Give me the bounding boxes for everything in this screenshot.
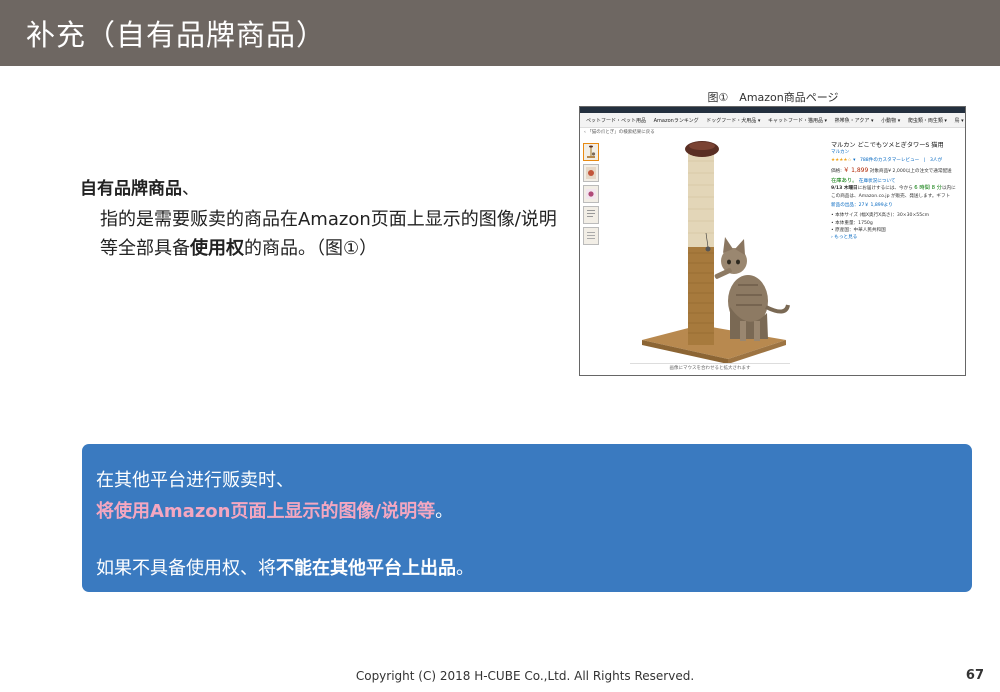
price-row: 価格: ￥ 1,899 対象商品¥ 2,000以上の注文で通常配送 — [831, 167, 965, 175]
stock-row: 在庫あり。 在庫状況について — [831, 178, 965, 185]
nav-item[interactable]: ドッグフード・犬用品 ▾ — [706, 117, 760, 124]
product-title: マルカン どこでもツメとぎタワーS 猫用 — [831, 142, 944, 149]
nav-item[interactable]: 鳥 ▾ — [955, 117, 964, 124]
rating-row: ★★★★☆ ▾ 788件のカスタマーレビュー | 3人が — [831, 157, 965, 164]
page-number: 67 — [965, 668, 984, 683]
stock-status: 在庫あり。 — [831, 178, 858, 185]
amazon-screenshot: ペットフード・ペット用品 Amazonランキング ドッグフード・犬用品 ▾ キャ… — [579, 106, 966, 376]
page-title: 补充（自有品牌商品） — [26, 18, 327, 52]
brand-link[interactable]: マルカン — [831, 149, 965, 156]
amazon-category-nav: ペットフード・ペット用品 Amazonランキング ドッグフード・犬用品 ▾ キャ… — [580, 113, 965, 128]
thumbnail-image[interactable] — [583, 185, 599, 203]
note-box: 在其他平台进行贩卖时、 将使用Amazon页面上显示的图像/说明等。 如果不具备… — [82, 444, 972, 592]
nav-item[interactable]: Amazonランキング — [654, 117, 699, 124]
nav-item[interactable]: ペットフード・ペット用品 — [586, 117, 646, 124]
figure-caption: 图① Amazon商品ページ — [707, 91, 839, 104]
cat-tower-product-image[interactable] — [630, 135, 790, 363]
nav-item[interactable]: キャットフード・猫用品 ▾ — [768, 117, 827, 124]
note-line-2-emphasis: 将使用Amazon页面上显示的图像/说明等 — [96, 501, 436, 522]
thumbnail-image[interactable] — [583, 143, 599, 161]
delivery-mid: にお届けするには、今から — [857, 186, 913, 192]
intro-heading: 自有品牌商品、 — [80, 174, 570, 199]
intro-body-post: 的商品。（图①） — [244, 238, 378, 259]
thumbnail-strip — [583, 143, 599, 248]
delivery-row: 9/13 木曜日にお届けするには、今から 6 時間 8 分以内に — [831, 185, 965, 192]
bullet-item: • 本体サイズ (幅X奥行X高さ)：30×30×55cm — [831, 213, 930, 219]
note-line-3-pre: 如果不具备使用权、将 — [96, 558, 276, 579]
see-more-link[interactable]: › もっと見る — [831, 234, 965, 241]
nav-item[interactable]: 小動物 ▾ — [881, 117, 900, 124]
intro-section: 自有品牌商品、 指的是需要贩卖的商品在Amazon页面上显示的图像/说明等全部具… — [80, 174, 570, 263]
intro-body: 指的是需要贩卖的商品在Amazon页面上显示的图像/说明等全部具备使用权的商品。… — [80, 205, 570, 263]
note-line-2-tail: 。 — [435, 501, 454, 522]
copyright-text: Copyright (C) 2018 H-CUBE Co.,Ltd. All R… — [355, 669, 695, 683]
note-line-3-bold: 不能在其他平台上出品 — [276, 558, 456, 579]
note-line-2: 将使用Amazon页面上显示的图像/说明等。 — [96, 497, 453, 523]
bullet-item: • 原産国：中華人民共和国 — [831, 227, 886, 233]
nav-item[interactable]: 熱帯魚・アクア ▾ — [835, 117, 874, 124]
note-line-1: 在其他平台进行贩卖时、 — [96, 470, 294, 491]
delivery-date: 9/13 木曜日 — [831, 186, 858, 192]
price-value: ￥ 1,899 — [843, 166, 869, 174]
delivery-post: 以内に — [941, 186, 956, 192]
header-bar: 补充（自有品牌商品） — [0, 0, 1000, 66]
product-info-panel: マルカン どこでもツメとぎタワーS 猫用 マルカン ★★★★☆ ▾ 788件のカ… — [831, 142, 965, 242]
nav-item[interactable]: 爬虫類・両生類 ▾ — [908, 117, 947, 124]
intro-body-bold: 使用权 — [190, 238, 244, 259]
image-zoom-note: 画像にマウスを合わせると拡大されます — [630, 363, 790, 371]
rating-stars[interactable]: ★★★★☆ — [831, 158, 852, 163]
note-line-3: 如果不具备使用权、将不能在其他平台上出品。 — [96, 554, 474, 580]
stock-link[interactable]: 在庫状況について — [859, 179, 896, 184]
thumbnail-image[interactable] — [583, 164, 599, 182]
seller-info: この商品は、Amazon.co.jp が販売、発送します。ギフト — [831, 193, 951, 199]
price-note: 対象商品¥ 2,000以上の注文で通常配送 — [869, 168, 952, 174]
new-offers-link[interactable]: 新品の出品：27￥ 1,899より — [831, 202, 965, 209]
thumbnail-image[interactable] — [583, 206, 599, 224]
thumbnail-image[interactable] — [583, 227, 599, 245]
intro-heading-tail: 、 — [182, 179, 199, 199]
delivery-time: 6 時間 8 分 — [914, 185, 942, 192]
price-label: 価格: — [831, 168, 842, 174]
note-line-3-tail: 。 — [456, 558, 474, 579]
reviews-link[interactable]: ▾ 788件のカスタマーレビュー | 3人が — [853, 158, 942, 163]
bullet-item: • 本体重量：1750g — [831, 220, 873, 226]
intro-heading-bold: 自有品牌商品 — [80, 179, 182, 199]
feature-bullets: • 本体サイズ (幅X奥行X高さ)：30×30×55cm • 本体重量：1750… — [831, 212, 965, 241]
